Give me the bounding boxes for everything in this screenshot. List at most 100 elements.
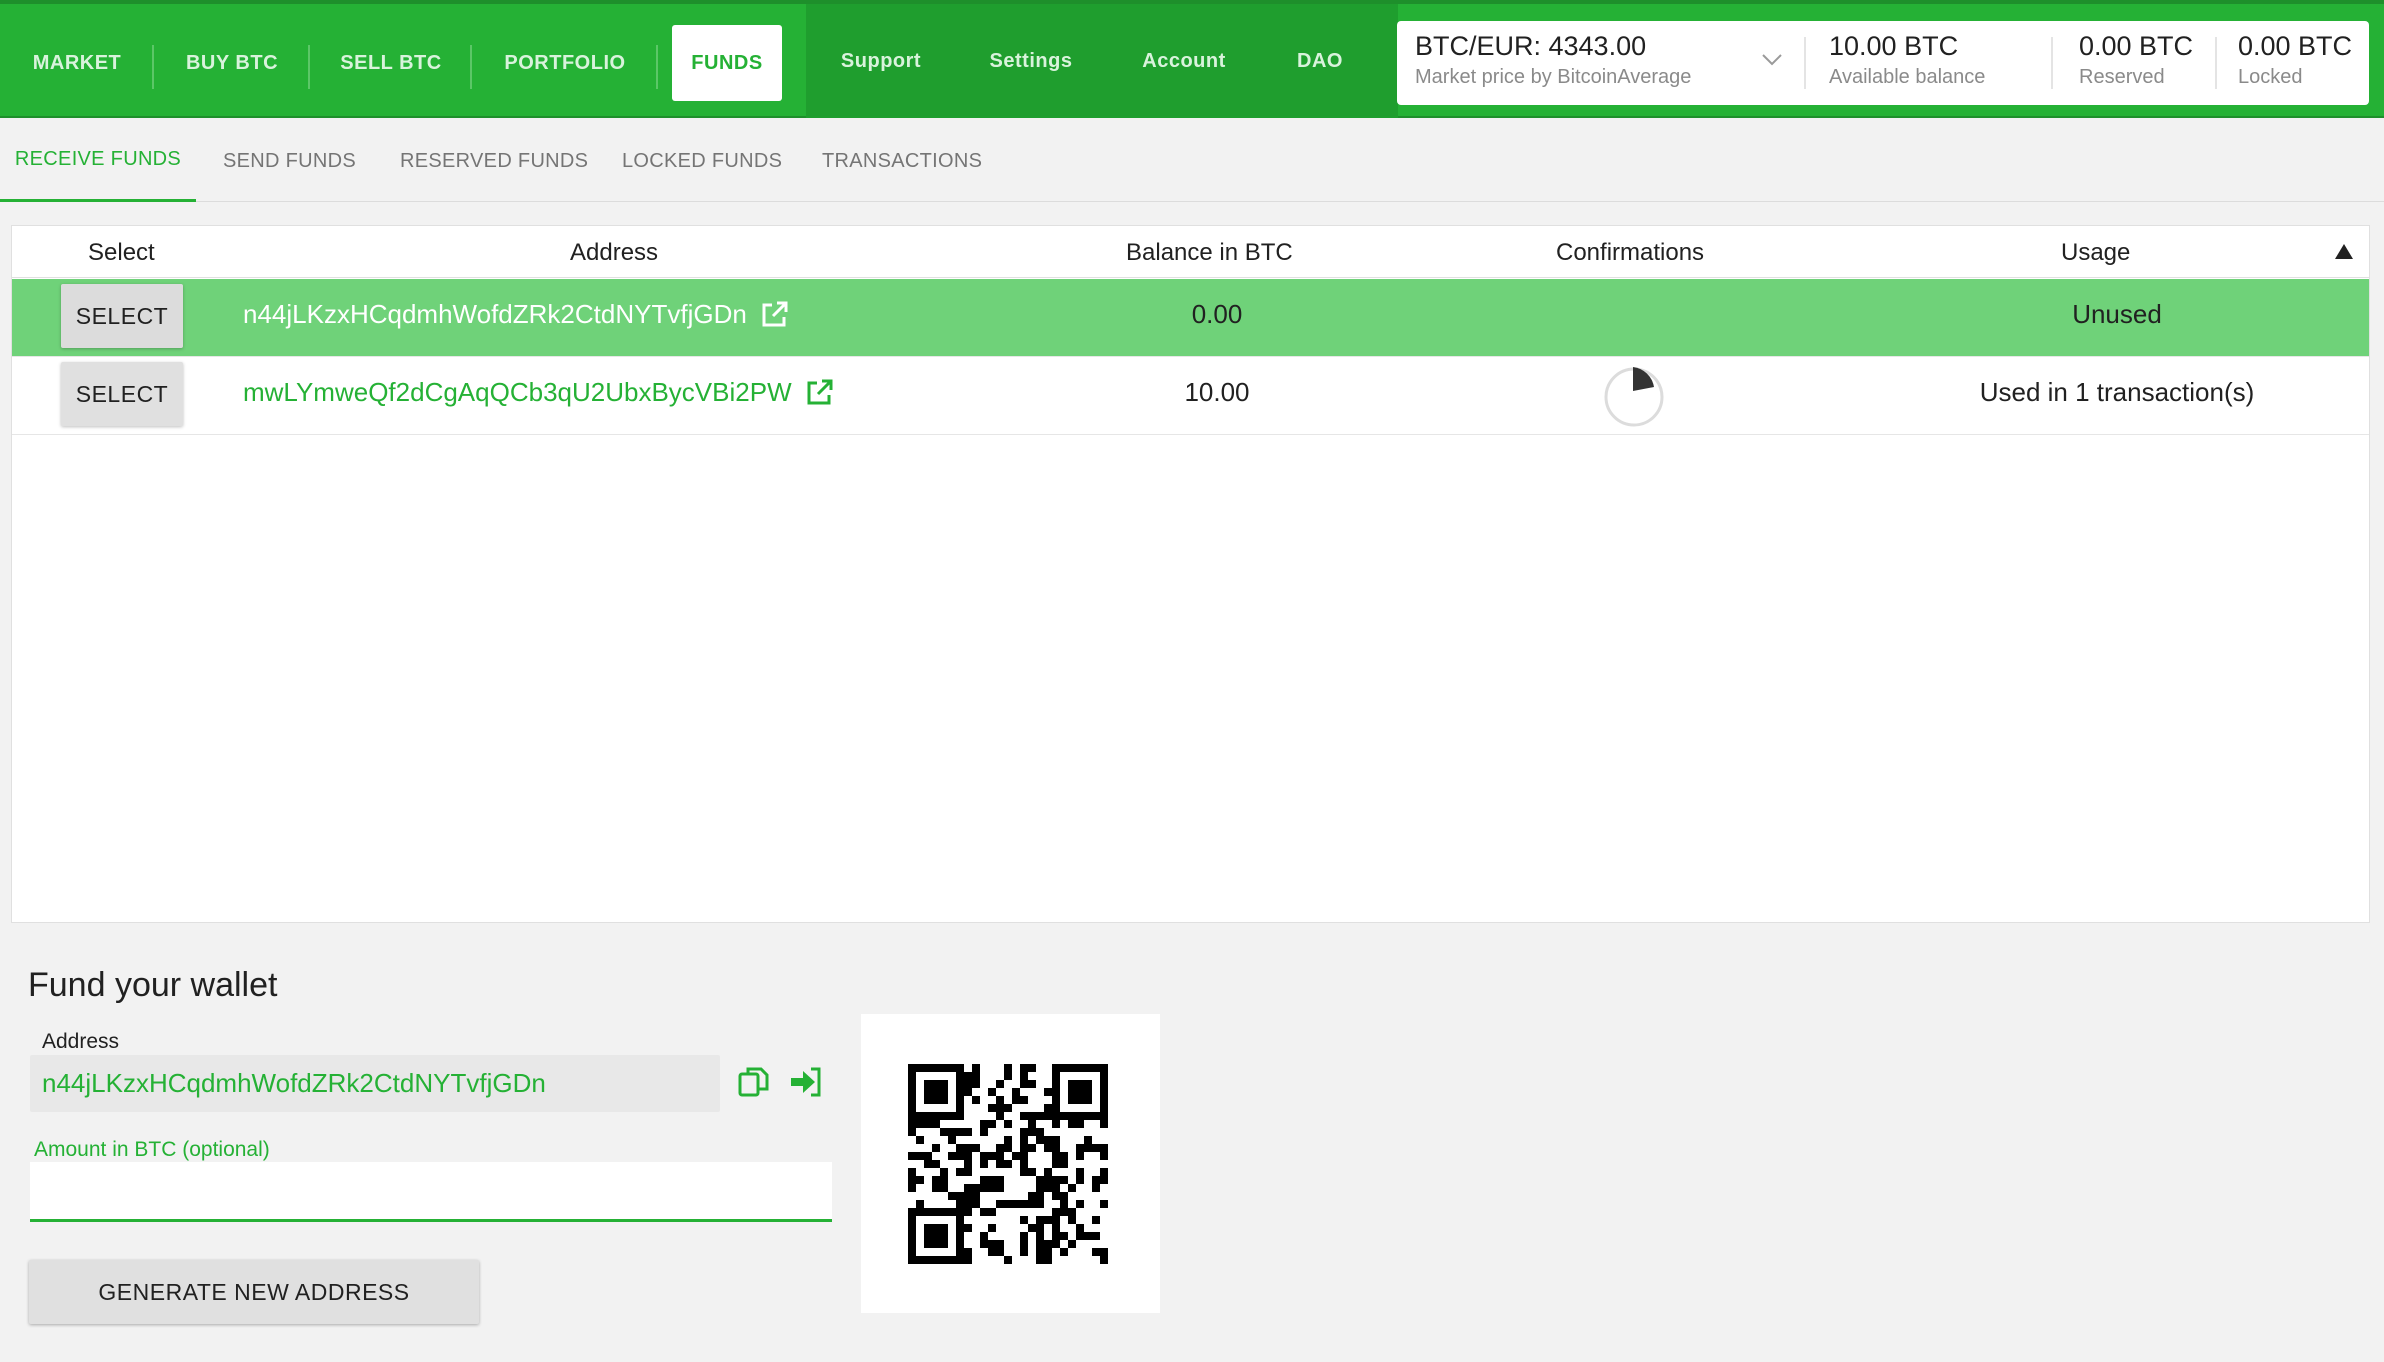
address-link[interactable]: n44jLKzxHCqdmhWofdZRk2CtdNYTvfjGDn [243, 299, 789, 330]
nav-settings[interactable]: Settings [956, 23, 1106, 99]
qr-module [1020, 1072, 1028, 1080]
qr-module [1084, 1064, 1092, 1072]
qr-module [1020, 1136, 1028, 1144]
qr-module [1036, 1176, 1044, 1184]
qr-module [924, 1080, 932, 1088]
qr-module [908, 1224, 916, 1232]
qr-module [1004, 1072, 1012, 1080]
qr-module [916, 1208, 924, 1216]
external-link-icon[interactable] [804, 378, 834, 408]
qr-module [964, 1192, 972, 1200]
nav-funds[interactable]: FUNDS [672, 25, 782, 101]
address-text[interactable]: n44jLKzxHCqdmhWofdZRk2CtdNYTvfjGDn [243, 299, 747, 330]
qr-module [924, 1112, 932, 1120]
qr-module [1036, 1232, 1044, 1240]
qr-module [1068, 1112, 1076, 1120]
qr-module [1076, 1096, 1084, 1104]
qr-module [1092, 1184, 1100, 1192]
qr-module [1004, 1144, 1012, 1152]
qr-module [916, 1256, 924, 1264]
external-link-icon[interactable] [759, 300, 789, 330]
nav-buy-btc[interactable]: BUY BTC [154, 25, 310, 101]
qr-module [1044, 1136, 1052, 1144]
qr-module [1060, 1152, 1068, 1160]
nav-market[interactable]: MARKET [0, 25, 154, 101]
qr-module [1036, 1224, 1044, 1232]
qr-module [1012, 1152, 1020, 1160]
select-address-button[interactable]: SELECT [61, 362, 183, 426]
column-usage[interactable]: Usage [2061, 239, 2130, 267]
table-row[interactable]: SELECT mwLYmweQf2dCgAqQCb3qU2UbxBycVBi2P… [12, 357, 2369, 435]
qr-module [1100, 1120, 1108, 1128]
reserved-balance: 0.00 BTC Reserved [2079, 31, 2193, 89]
top-bar: MARKET BUY BTC SELL BTC PORTFOLIO FUNDS … [0, 0, 2384, 118]
open-wallet-icon[interactable] [789, 1066, 823, 1098]
qr-module [972, 1192, 980, 1200]
tab-locked-funds[interactable]: LOCKED FUNDS [622, 120, 782, 202]
qr-module [956, 1112, 964, 1120]
nav-dao[interactable]: DAO [1262, 23, 1378, 99]
qr-module [1068, 1096, 1076, 1104]
generate-new-address-button[interactable]: GENERATE NEW ADDRESS [29, 1260, 479, 1324]
qr-module [924, 1232, 932, 1240]
sort-ascending-icon[interactable] [2335, 244, 2353, 259]
qr-module [1068, 1120, 1076, 1128]
qr-module [1052, 1224, 1060, 1232]
address-link[interactable]: mwLYmweQf2dCgAqQCb3qU2UbxBycVBi2PW [243, 377, 834, 408]
qr-module [996, 1104, 1004, 1112]
receive-address-field[interactable]: n44jLKzxHCqdmhWofdZRk2CtdNYTvfjGDn [30, 1055, 720, 1112]
qr-module [988, 1104, 996, 1112]
qr-module [1044, 1144, 1052, 1152]
qr-module [988, 1240, 996, 1248]
qr-module [988, 1224, 996, 1232]
qr-module [980, 1120, 988, 1128]
column-balance[interactable]: Balance in BTC [1126, 239, 1293, 267]
qr-module [956, 1248, 964, 1256]
column-select[interactable]: Select [88, 239, 155, 267]
qr-module [932, 1240, 940, 1248]
nav-account[interactable]: Account [1106, 23, 1262, 99]
tab-send-funds[interactable]: SEND FUNDS [223, 120, 356, 202]
market-price-selector[interactable]: BTC/EUR: 4343.00 Market price by Bitcoin… [1415, 31, 1785, 89]
qr-module [956, 1168, 964, 1176]
qr-module [1020, 1152, 1028, 1160]
column-address[interactable]: Address [570, 239, 658, 267]
amount-input[interactable] [30, 1162, 832, 1222]
qr-module [1020, 1160, 1028, 1168]
copy-icon[interactable] [737, 1065, 771, 1099]
nav-portfolio[interactable]: PORTFOLIO [472, 25, 658, 101]
qr-module [1084, 1112, 1092, 1120]
qr-module [1068, 1184, 1076, 1192]
qr-module [956, 1232, 964, 1240]
qr-module [924, 1088, 932, 1096]
qr-module [1060, 1248, 1068, 1256]
qr-module [980, 1240, 988, 1248]
qr-module [948, 1112, 956, 1120]
qr-module [948, 1136, 956, 1144]
address-text[interactable]: mwLYmweQf2dCgAqQCb3qU2UbxBycVBi2PW [243, 377, 792, 408]
chevron-down-icon[interactable] [1761, 53, 1783, 67]
qr-module [1004, 1200, 1012, 1208]
qr-module [1004, 1136, 1012, 1144]
nav-support[interactable]: Support [806, 23, 956, 99]
qr-module [908, 1088, 916, 1096]
qr-module [908, 1152, 916, 1160]
select-address-button[interactable]: SELECT [61, 284, 183, 348]
qr-module [980, 1232, 988, 1240]
table-row[interactable]: SELECT n44jLKzxHCqdmhWofdZRk2CtdNYTvfjGD… [12, 279, 2369, 357]
qr-module [1060, 1176, 1068, 1184]
nav-sell-btc[interactable]: SELL BTC [310, 25, 472, 101]
tab-transactions[interactable]: TRANSACTIONS [822, 120, 982, 202]
tab-reserved-funds[interactable]: RESERVED FUNDS [400, 120, 588, 202]
qr-module [1052, 1208, 1060, 1216]
qr-module [916, 1136, 924, 1144]
qr-module [980, 1208, 988, 1216]
confirmation-progress-icon [1604, 367, 1664, 427]
qr-module [1052, 1216, 1060, 1224]
column-confirmations[interactable]: Confirmations [1556, 239, 1704, 267]
qr-module [964, 1128, 972, 1136]
qr-module [956, 1104, 964, 1112]
qr-module [1060, 1192, 1068, 1200]
qr-module [1044, 1184, 1052, 1192]
tab-receive-funds[interactable]: RECEIVE FUNDS [0, 120, 196, 202]
